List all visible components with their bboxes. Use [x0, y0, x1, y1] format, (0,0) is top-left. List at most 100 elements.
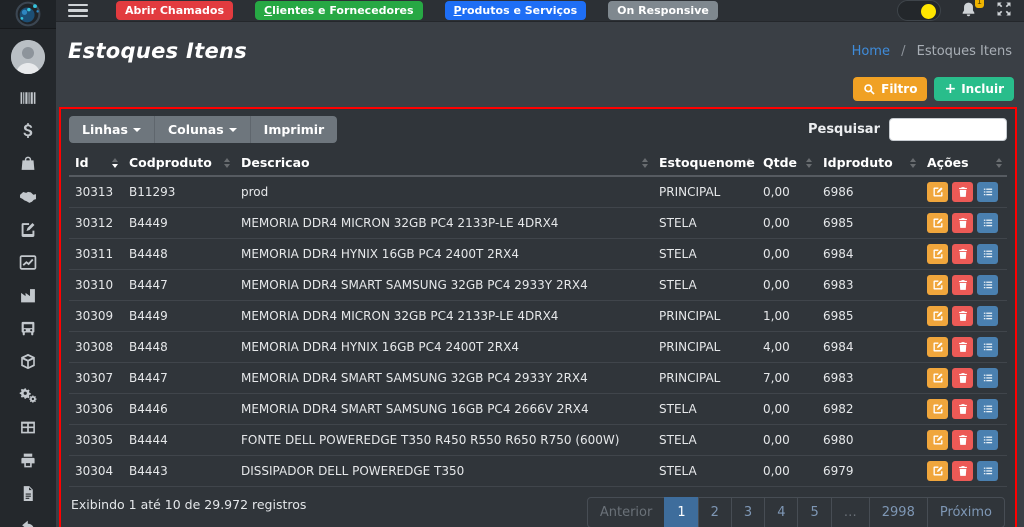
delete-row-button[interactable] — [952, 399, 973, 419]
rows-dropdown[interactable]: Linhas — [69, 116, 155, 143]
edit-row-button[interactable] — [927, 337, 948, 357]
delete-row-button[interactable] — [952, 244, 973, 264]
details-row-button[interactable] — [977, 182, 998, 202]
column-header-qtde[interactable]: Qtde — [757, 150, 817, 176]
delete-row-button[interactable] — [952, 306, 973, 326]
cell-codproduto: B4448 — [123, 332, 235, 363]
pagination-page-4[interactable]: 4 — [764, 497, 798, 527]
column-header-id[interactable]: Id — [69, 150, 123, 176]
cell-id: 30304 — [69, 456, 123, 487]
sidebar-item-undo[interactable] — [17, 517, 39, 527]
column-header-ações[interactable]: Ações — [921, 150, 1007, 176]
sort-icon — [642, 158, 648, 168]
fullscreen-button[interactable] — [996, 1, 1012, 20]
cell-descricao: MEMORIA DDR4 HYNIX 16GB PC4 2400T 2RX4 — [235, 332, 653, 363]
cell-descricao: MEMORIA DDR4 MICRON 32GB PC4 2133P-LE 4D… — [235, 208, 653, 239]
delete-row-button[interactable] — [952, 368, 973, 388]
sidebar-item-industry[interactable] — [17, 286, 39, 305]
details-row-button[interactable] — [977, 399, 998, 419]
edit-row-button[interactable] — [927, 461, 948, 481]
theme-toggle[interactable] — [897, 0, 941, 21]
details-row-button[interactable] — [977, 244, 998, 264]
sort-icon — [746, 158, 752, 168]
pagination-page-3[interactable]: 3 — [731, 497, 765, 527]
list-icon — [982, 279, 994, 291]
pagination-next-button[interactable]: Próximo — [927, 497, 1005, 527]
sidebar-item-file[interactable] — [17, 484, 39, 503]
columns-dropdown[interactable]: Colunas — [155, 116, 251, 143]
sidebar-item-van[interactable] — [17, 319, 39, 338]
edit-row-button[interactable] — [927, 213, 948, 233]
column-header-idproduto[interactable]: Idproduto — [817, 150, 921, 176]
van — [19, 320, 37, 337]
edit-row-button[interactable] — [927, 275, 948, 295]
sidebar-item-dollar[interactable] — [17, 121, 39, 140]
edit-row-button[interactable] — [927, 399, 948, 419]
details-row-button[interactable] — [977, 430, 998, 450]
app-logo[interactable] — [0, 0, 56, 29]
pagination-page-2[interactable]: 2 — [698, 497, 732, 527]
cell-codproduto: B11293 — [123, 176, 235, 208]
table — [19, 419, 37, 436]
details-row-button[interactable] — [977, 461, 998, 481]
top-navbar: Abrir Chamados Clientes e Fornecedores Pro… — [56, 0, 1024, 22]
user-avatar[interactable] — [11, 40, 45, 74]
sidebar-item-chart-line[interactable] — [17, 253, 39, 272]
delete-row-button[interactable] — [952, 430, 973, 450]
edit-row-button[interactable] — [927, 244, 948, 264]
delete-row-button[interactable] — [952, 213, 973, 233]
edit-row-button[interactable] — [927, 182, 948, 202]
delete-row-button[interactable] — [952, 337, 973, 357]
cell-acoes — [921, 332, 1007, 363]
delete-row-button[interactable] — [952, 275, 973, 295]
navbar-shortcut-abrir-chamados[interactable]: Abrir Chamados — [116, 1, 233, 20]
sidebar-item-barcode[interactable] — [17, 88, 39, 107]
chevron-down-icon — [133, 128, 141, 136]
delete-row-button[interactable] — [952, 182, 973, 202]
pagination-prev-button[interactable]: Anterior — [587, 497, 665, 527]
column-label: Ações — [927, 155, 969, 170]
navbar-shortcut-clientes-e-fornecedores[interactable]: Clientes e Fornecedores — [255, 1, 422, 20]
cell-codproduto: B4446 — [123, 394, 235, 425]
notification-badge: 1 — [975, 0, 984, 8]
filter-button[interactable]: Filtro — [853, 77, 927, 101]
edit-row-button[interactable] — [927, 368, 948, 388]
sidebar-item-print[interactable] — [17, 451, 39, 470]
navbar-shortcut-on-responsive[interactable]: On Responsive — [608, 1, 718, 20]
sidebar-item-edit[interactable] — [17, 220, 39, 239]
cell-estoquenome: STELA — [653, 425, 757, 456]
include-button[interactable]: + Incluir — [934, 77, 1014, 101]
print-button-label: Imprimir — [264, 122, 325, 137]
sidebar-item-shopping-bag[interactable] — [17, 154, 39, 173]
edit-row-button[interactable] — [927, 430, 948, 450]
column-header-estoquenome[interactable]: Estoquenome — [653, 150, 757, 176]
navbar-shortcut-produtos-e-servi-os[interactable]: Produtos e Serviços — [445, 1, 587, 20]
details-row-button[interactable] — [977, 368, 998, 388]
pagination-ellipsis[interactable]: … — [831, 497, 870, 527]
sidebar-item-handshake[interactable] — [17, 187, 39, 206]
delete-row-button[interactable] — [952, 461, 973, 481]
cell-acoes — [921, 456, 1007, 487]
details-row-button[interactable] — [977, 213, 998, 233]
sidebar-item-box[interactable] — [17, 352, 39, 371]
sidebar-item-table[interactable] — [17, 418, 39, 437]
pagination-page-5[interactable]: 5 — [797, 497, 831, 527]
print-button[interactable]: Imprimir — [251, 116, 338, 143]
details-row-button[interactable] — [977, 337, 998, 357]
pagination-page-1[interactable]: 1 — [664, 497, 698, 527]
details-row-button[interactable] — [977, 275, 998, 295]
cell-acoes — [921, 394, 1007, 425]
cell-codproduto: B4447 — [123, 270, 235, 301]
sidebar-item-cogs[interactable] — [17, 385, 39, 404]
notifications-button[interactable]: 1 — [960, 1, 977, 21]
details-row-button[interactable] — [977, 306, 998, 326]
pagination-page-2998[interactable]: 2998 — [869, 497, 928, 527]
column-header-descricao[interactable]: Descricao — [235, 150, 653, 176]
avatar-photo — [11, 40, 45, 74]
breadcrumb-home-link[interactable]: Home — [852, 44, 890, 59]
column-header-codproduto[interactable]: Codproduto — [123, 150, 235, 176]
menu-toggle-icon[interactable] — [68, 4, 88, 18]
edit-row-button[interactable] — [927, 306, 948, 326]
table-controls: Linhas Colunas Imprimir — [69, 116, 337, 143]
search-input[interactable] — [889, 118, 1007, 141]
